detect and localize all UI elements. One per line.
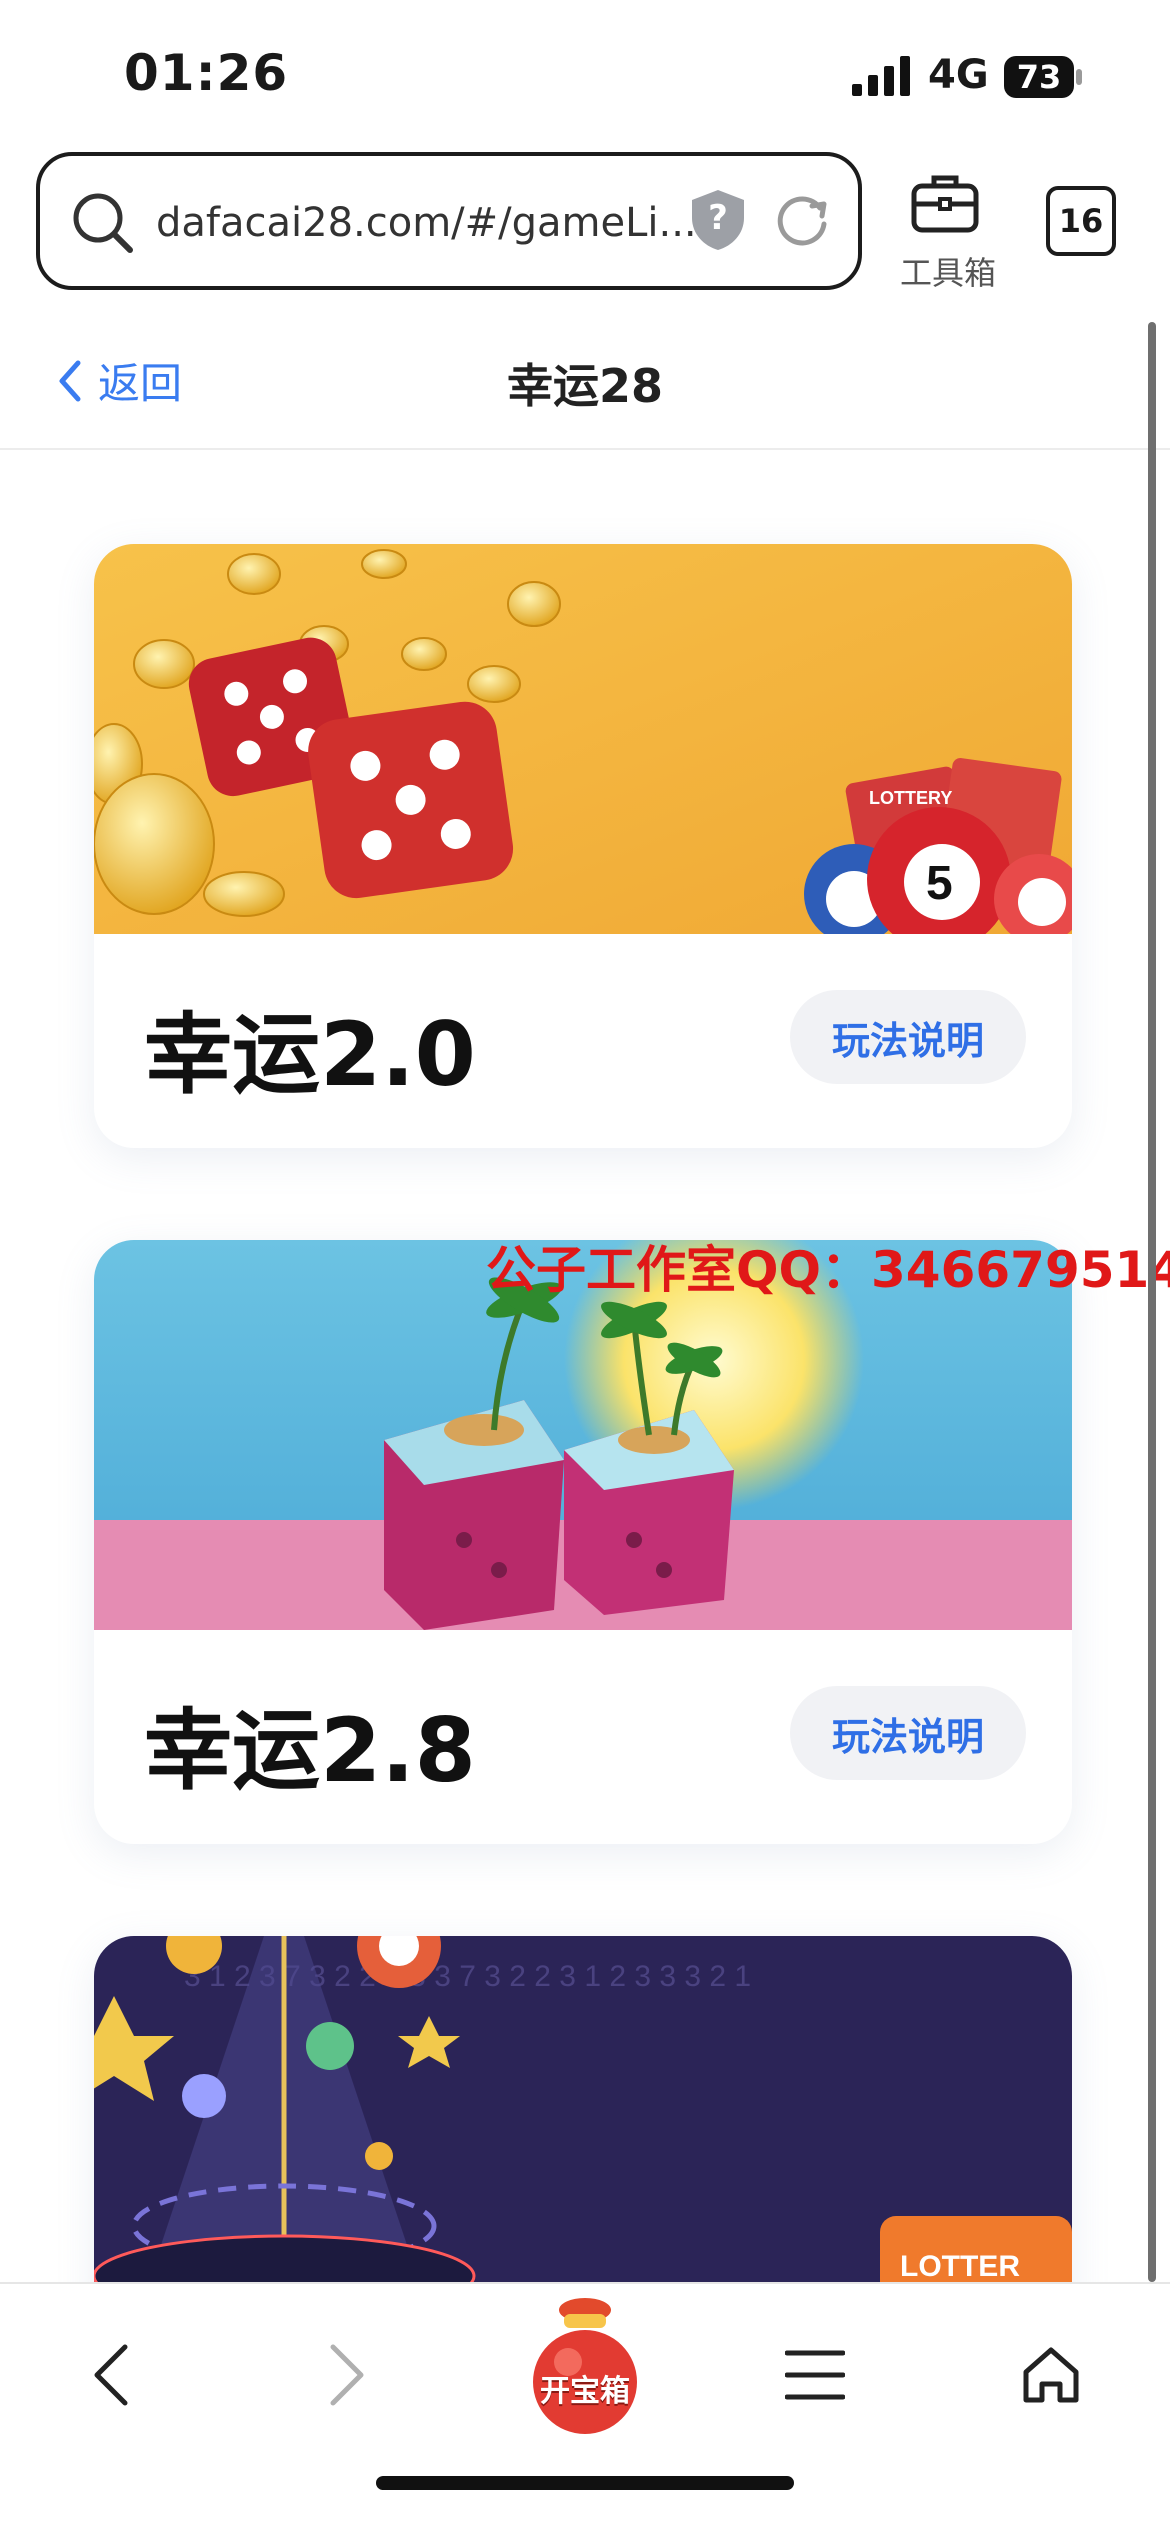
scrollbar[interactable] <box>1148 322 1156 2282</box>
header-divider <box>0 448 1170 450</box>
ball-number: 5 <box>926 857 953 910</box>
forward-nav-button[interactable] <box>292 2320 402 2430</box>
back-button[interactable]: 返回 <box>56 350 182 411</box>
game-card-lucky-2-0[interactable]: LOTTERY 5 幸运2.0 玩法说明 <box>94 544 1072 1148</box>
toolbox-label[interactable]: 工具箱 <box>896 248 1000 294</box>
chevron-left-icon <box>59 360 81 401</box>
network-type: 4G <box>928 52 989 98</box>
status-time: 01:26 <box>124 44 289 102</box>
back-label: 返回 <box>98 359 183 408</box>
lottery-banner-label: LOTTER <box>900 2250 1020 2283</box>
home-indicator <box>376 2476 794 2490</box>
rules-button[interactable]: 玩法说明 <box>790 1686 1026 1780</box>
game-title: 幸运2.8 <box>144 1699 476 1802</box>
game-banner-lottery-draw-image: 3 1 2 3 7 3 2 2 3 3 3 7 3 2 2 3 1 2 3 3 … <box>94 1936 1072 2336</box>
reload-icon[interactable] <box>774 192 830 248</box>
lottery-ticket-label: LOTTERY <box>869 788 952 808</box>
battery-level: 73 <box>1016 58 1062 96</box>
cellular-signal-icon <box>852 56 910 96</box>
home-button[interactable] <box>996 2320 1106 2430</box>
battery-icon: 73 <box>1004 56 1084 98</box>
menu-button[interactable] <box>760 2320 870 2430</box>
shield-icon[interactable]: ? <box>690 188 746 252</box>
watermark-text: 公子工作室QQ：3466795141 <box>486 1241 1170 1299</box>
game-card-lucky-2-8[interactable]: 幸运2.8 玩法说明 <box>94 1240 1072 1844</box>
chevron-left-icon <box>94 2344 128 2406</box>
menu-icon <box>785 2350 845 2400</box>
home-icon <box>1023 2347 1079 2403</box>
game-banner-dice-image: LOTTERY 5 <box>94 544 1072 934</box>
rules-button[interactable]: 玩法说明 <box>790 990 1026 1084</box>
treasure-label: 开宝箱 <box>540 2374 630 2409</box>
chevron-right-icon <box>330 2344 364 2406</box>
game-card-3[interactable]: 3 1 2 3 7 3 2 2 3 3 3 7 3 2 2 3 1 2 3 3 … <box>94 1936 1072 2336</box>
toolbox-icon[interactable] <box>910 172 980 234</box>
search-icon <box>73 193 133 253</box>
treasure-chest-button[interactable]: 开宝箱 <box>528 2296 642 2436</box>
url-text[interactable]: dafacai28.com/#/gameLi... <box>156 200 697 246</box>
game-title: 幸运2.0 <box>144 1003 476 1106</box>
shield-badge-text: ? <box>708 198 728 238</box>
back-nav-button[interactable] <box>56 2320 166 2430</box>
tab-count-button[interactable]: 16 <box>1046 186 1116 256</box>
